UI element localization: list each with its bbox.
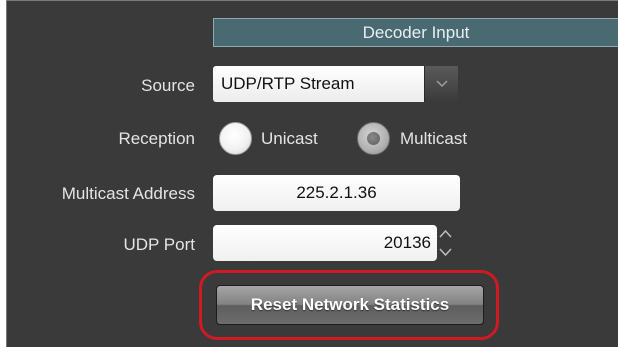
udp-port-field[interactable]: 20136 <box>213 225 437 261</box>
panel-header: Decoder Input <box>213 18 618 47</box>
multicast-address-label: Multicast Address <box>61 184 195 203</box>
unicast-radio[interactable] <box>219 122 252 155</box>
udp-port-stepper[interactable] <box>437 225 454 261</box>
radio-selected-dot <box>367 132 380 145</box>
source-label: Source <box>141 76 195 95</box>
source-select-value[interactable]: UDP/RTP Stream <box>213 66 424 102</box>
multicast-address-field[interactable]: 225.2.1.36 <box>213 175 460 211</box>
multicast-radio-label[interactable]: Multicast <box>400 129 467 149</box>
source-dropdown-button[interactable] <box>424 66 458 102</box>
multicast-radio[interactable] <box>357 122 390 155</box>
chevron-down-icon <box>436 80 448 88</box>
arrow-up-icon[interactable] <box>439 229 452 239</box>
arrow-down-icon[interactable] <box>439 247 452 257</box>
reception-label: Reception <box>118 129 195 148</box>
source-select[interactable]: UDP/RTP Stream <box>213 66 458 102</box>
unicast-radio-label[interactable]: Unicast <box>261 129 318 149</box>
reset-network-statistics-button[interactable]: Reset Network Statistics <box>216 285 484 325</box>
udp-port-label: UDP Port <box>123 235 196 254</box>
